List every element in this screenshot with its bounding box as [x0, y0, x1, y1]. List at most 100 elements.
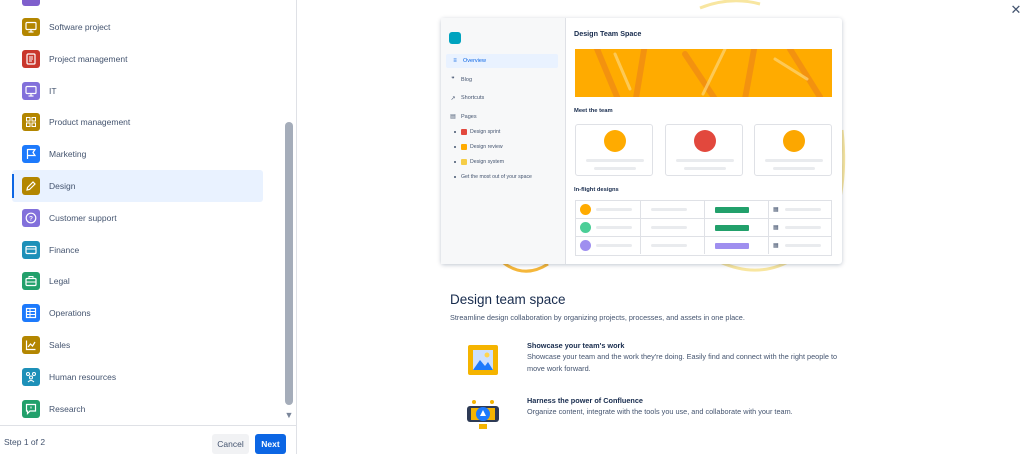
avatar: [580, 240, 591, 251]
category-item-it[interactable]: IT: [12, 75, 263, 107]
table-cell: ▦: [769, 201, 831, 218]
placeholder-line: [586, 159, 644, 162]
table-row: ▦: [576, 219, 831, 237]
bullet-icon: [454, 131, 456, 133]
feature-title: Harness the power of Confluence: [527, 396, 643, 405]
table-cell: [705, 237, 769, 254]
table-cell: [576, 201, 641, 218]
cancel-button[interactable]: Cancel: [212, 434, 249, 454]
pages-icon: ▤: [450, 114, 456, 120]
scrollbar-thumb[interactable]: [285, 122, 293, 405]
category-label: Marketing: [49, 149, 87, 160]
status-pill: [715, 225, 749, 231]
partial-category-icon: [22, 0, 40, 6]
preview-nav-label: Pages: [461, 113, 477, 120]
preview-nav-shortcuts: ↗ Shortcuts: [449, 91, 484, 105]
category-item-research[interactable]: Research: [12, 393, 263, 424]
step-indicator: Step 1 of 2: [4, 437, 46, 447]
template-preview-card: ≡ Overview ❞ Blog ↗ Shortcuts ▤ Pages Design sp…: [441, 18, 842, 264]
placeholder-line: [651, 244, 687, 247]
avatar: [783, 130, 805, 152]
placeholder-line: [594, 167, 636, 170]
table-icon: [22, 304, 40, 323]
comment-icon: [22, 399, 40, 418]
avatar: [580, 222, 591, 233]
wizard-footer: Step 1 of 2 Cancel Next: [0, 425, 296, 455]
briefcase-icon: [22, 272, 40, 291]
placeholder-line: [651, 208, 687, 211]
preview-nav-label: Blog: [461, 76, 473, 83]
table-cell: ▦: [769, 219, 831, 236]
monitor-icon: [22, 81, 40, 100]
category-item-project-management[interactable]: Project management: [12, 43, 263, 75]
bullet-icon: [454, 146, 456, 148]
calendar-icon: ▦: [773, 207, 779, 213]
page-emoji-icon: [461, 144, 467, 150]
category-item-customer-support[interactable]: ? Customer support: [12, 202, 263, 234]
monitor-icon: [22, 18, 40, 36]
table-row: ▦: [576, 201, 831, 219]
category-item-sales[interactable]: Sales: [12, 329, 263, 361]
preview-nav-overview: ≡ Overview: [446, 54, 558, 68]
table-cell: [641, 237, 705, 254]
preview-nav-label: Overview: [463, 58, 486, 64]
preview-page-item: Design sprint: [454, 126, 500, 138]
category-label: Operations: [49, 308, 91, 319]
template-description: Streamline design collaboration by organ…: [450, 313, 745, 322]
bullet-icon: [454, 176, 456, 178]
placeholder-line: [773, 167, 815, 170]
table-cell: [705, 201, 769, 218]
category-item-finance[interactable]: Finance: [12, 234, 263, 266]
overview-icon: ≡: [453, 58, 457, 64]
category-item-legal[interactable]: Legal: [12, 265, 263, 297]
category-label: Finance: [49, 244, 80, 255]
calendar-icon: ▦: [773, 243, 779, 249]
page-emoji-icon: [461, 129, 467, 135]
category-item-marketing[interactable]: Marketing: [12, 138, 263, 170]
category-item-human-resources[interactable]: Human resources: [12, 361, 263, 393]
category-item-software-project[interactable]: Software project: [12, 11, 263, 43]
team-member-card: [664, 124, 743, 176]
table-cell: [705, 219, 769, 236]
quote-icon: ❞: [451, 77, 455, 83]
confluence-badge-icon: [467, 400, 499, 429]
next-button[interactable]: Next: [255, 434, 286, 454]
feature-description: Showcase your team and the work they're …: [527, 352, 838, 373]
shortcut-icon: ↗: [450, 95, 456, 102]
page-label: Get the most out of your space: [461, 174, 532, 180]
feature-description: Organize content, integrate with the too…: [527, 407, 793, 416]
category-label: IT: [49, 85, 57, 96]
table-cell: ▦: [769, 237, 831, 254]
table-row: ▦: [576, 237, 831, 255]
table-cell: [576, 237, 641, 254]
status-pill: [715, 207, 749, 213]
chart-icon: [22, 336, 40, 354]
team-member-card: [575, 124, 653, 176]
category-label: Product management: [49, 117, 131, 128]
placeholder-line: [651, 226, 687, 229]
feature-title: Showcase your team's work: [527, 341, 625, 350]
team-member-card: [754, 124, 832, 176]
placeholder-line: [675, 159, 734, 162]
page-label: Design system: [470, 159, 505, 165]
status-pill: [715, 243, 749, 249]
document-icon: [22, 49, 40, 68]
category-item-design[interactable]: Design: [12, 170, 263, 202]
preview-nav-blog: ❞ Blog: [449, 73, 472, 87]
template-headline: Design team space: [450, 292, 566, 307]
avatar: [580, 204, 591, 215]
placeholder-line: [596, 208, 632, 211]
category-label: Sales: [49, 340, 71, 350]
svg-text:?: ?: [29, 215, 33, 222]
category-item-product-management[interactable]: Product management: [12, 106, 263, 138]
preview-nav-label: Shortcuts: [461, 95, 485, 101]
pencil-icon: [22, 177, 40, 195]
category-item-operations[interactable]: Operations: [12, 297, 263, 329]
category-label: Human resources: [49, 371, 117, 382]
meet-team-heading: Meet the team: [574, 108, 613, 114]
category-label: Customer support: [49, 212, 117, 223]
close-icon[interactable]: ✕: [1008, 2, 1024, 18]
preview-page-item: Get the most out of your space: [454, 171, 532, 183]
scroll-down-arrow-icon[interactable]: ▼: [284, 410, 294, 420]
avatar: [604, 130, 626, 152]
